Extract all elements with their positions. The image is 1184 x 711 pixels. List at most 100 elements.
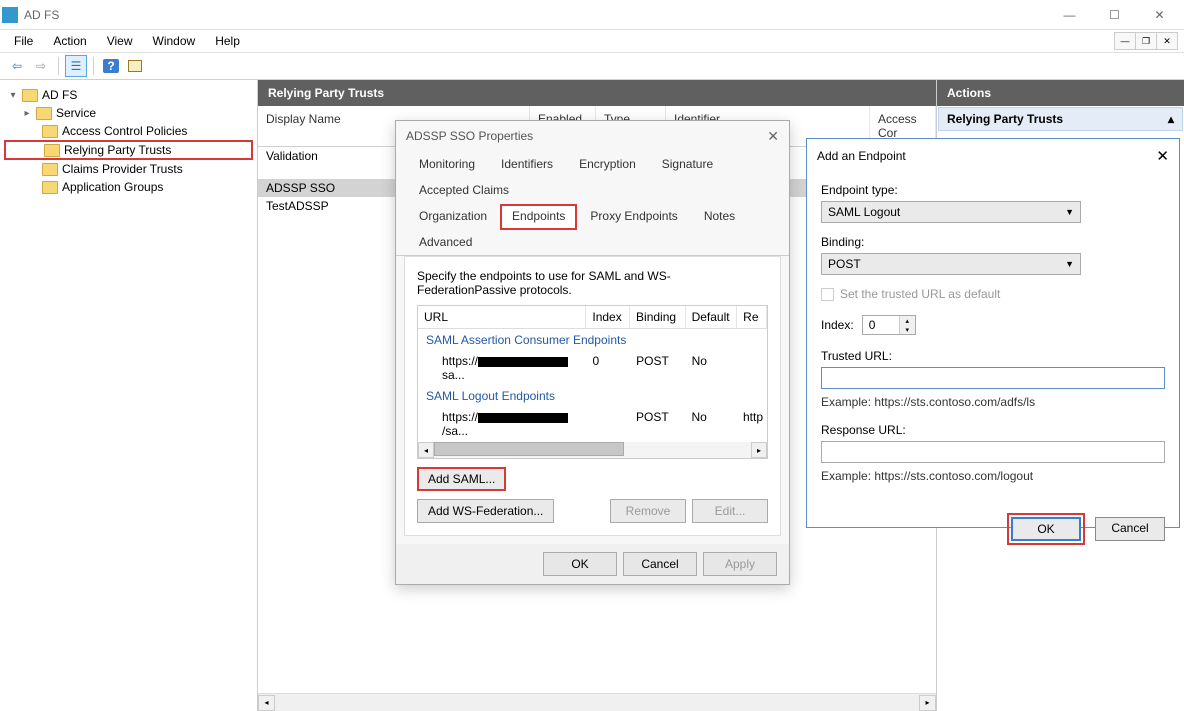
select-value: POST [828,257,861,271]
index-value: 0 [863,316,899,334]
index-spinner[interactable]: 0 ▴▾ [862,315,916,335]
tree-item-application-groups[interactable]: Application Groups [4,178,253,196]
col-response[interactable]: Re [737,306,767,328]
tab-encryption[interactable]: Encryption [566,151,649,177]
tree-item-claims-provider[interactable]: Claims Provider Trusts [4,160,253,178]
tab-accepted-claims[interactable]: Accepted Claims [406,177,522,203]
edit-button[interactable]: Edit... [692,499,768,523]
scroll-right-button[interactable]: ▸ [919,695,936,711]
folder-icon [42,125,58,138]
tab-organization[interactable]: Organization [406,203,500,229]
endpoints-scrollbar[interactable]: ◂ ▸ [418,442,767,458]
tree-item-service[interactable]: ▸ Service [4,104,253,122]
window-icon [128,60,142,72]
tree-root[interactable]: ▾ AD FS [4,86,253,104]
help-icon: ? [103,59,118,73]
collapse-icon[interactable]: ▴ [1168,112,1174,126]
trusted-url-input[interactable] [821,367,1165,389]
arrow-left-icon: ⇦ [12,59,22,73]
mdi-restore-button[interactable]: ❐ [1135,32,1157,50]
tab-identifiers[interactable]: Identifiers [488,151,566,177]
col-index[interactable]: Index [586,306,630,328]
mdi-close-button[interactable]: ✕ [1156,32,1178,50]
toolbar-back-button[interactable]: ⇦ [6,55,28,77]
mdi-minimize-button[interactable]: — [1114,32,1136,50]
tab-endpoints[interactable]: Endpoints [500,204,577,230]
endpoints-list: URL Index Binding Default Re SAML Assert… [417,305,768,459]
tab-signature[interactable]: Signature [649,151,726,177]
add-saml-button[interactable]: Add SAML... [417,467,506,491]
binding-select[interactable]: POST ▼ [821,253,1081,275]
ok-button[interactable]: OK [543,552,617,576]
menu-action[interactable]: Action [45,32,94,50]
redacted [478,357,568,367]
app-icon [2,7,18,23]
expand-icon[interactable]: ▾ [8,90,18,101]
properties-dialog: ADSSP SSO Properties ✕ Monitoring Identi… [395,120,790,585]
endpoint-url: https://sa... [418,353,586,383]
endpoint-response: http [737,409,767,439]
cancel-button[interactable]: Cancel [623,552,697,576]
tab-notes[interactable]: Notes [691,203,748,229]
toolbar-separator [93,57,94,75]
folder-icon [42,163,58,176]
dialog-titlebar: Add an Endpoint ✕ [807,139,1179,173]
endpoint-binding: POST [630,353,686,383]
default-checkbox-label: Set the trusted URL as default [840,287,1000,301]
menu-file[interactable]: File [6,32,41,50]
menu-view[interactable]: View [99,32,141,50]
menu-window[interactable]: Window [145,32,204,50]
toolbar-forward-button[interactable]: ⇨ [30,55,52,77]
dialog-close-button[interactable]: ✕ [767,128,779,145]
window-title: AD FS [24,8,1047,22]
tree-item-access-control[interactable]: Access Control Policies [4,122,253,140]
window-close-button[interactable]: ✕ [1137,0,1182,30]
actions-section-header[interactable]: Relying Party Trusts ▴ [938,107,1183,131]
cancel-button[interactable]: Cancel [1095,517,1165,541]
col-binding[interactable]: Binding [630,306,686,328]
scroll-left-button[interactable]: ◂ [258,695,275,711]
endpoint-url: https:///sa... [418,409,586,439]
tree-item-relying-party-trusts[interactable]: Relying Party Trusts [4,140,253,160]
endpoint-default: No [685,409,737,439]
col-url[interactable]: URL [418,306,586,328]
actions-header: Actions [937,80,1184,106]
tab-proxy-endpoints[interactable]: Proxy Endpoints [577,203,690,229]
index-label: Index: [821,318,854,332]
redacted [478,413,568,423]
endpoints-list-header: URL Index Binding Default Re [418,306,767,329]
add-wsfed-button[interactable]: Add WS-Federation... [417,499,554,523]
menu-bar: File Action View Window Help — ❐ ✕ [0,30,1184,52]
endpoint-row[interactable]: https:///sa... POST No http [418,407,767,441]
window-minimize-button[interactable]: — [1047,0,1092,30]
spin-down-button[interactable]: ▾ [899,325,915,334]
select-value: SAML Logout [828,205,900,219]
tab-advanced[interactable]: Advanced [406,229,485,255]
remove-button[interactable]: Remove [610,499,686,523]
dialog-close-button[interactable]: ✕ [1156,147,1169,165]
mdi-controls: — ❐ ✕ [1115,32,1178,50]
endpoint-type-select[interactable]: SAML Logout ▼ [821,201,1081,223]
menu-help[interactable]: Help [207,32,248,50]
tab-monitoring[interactable]: Monitoring [406,151,488,177]
apply-button[interactable]: Apply [703,552,777,576]
window-maximize-button[interactable]: ☐ [1092,0,1137,30]
scroll-right-button[interactable]: ▸ [751,442,767,458]
default-checkbox-row: Set the trusted URL as default [821,287,1165,301]
dialog-body: Endpoint type: SAML Logout ▼ Binding: PO… [807,173,1179,507]
ok-button[interactable]: OK [1011,517,1081,541]
response-url-input[interactable] [821,441,1165,463]
toolbar-view-button[interactable] [124,55,146,77]
col-default[interactable]: Default [686,306,738,328]
expand-icon[interactable]: ▸ [22,108,32,119]
toolbar-help-button[interactable]: ? [100,55,122,77]
scroll-left-button[interactable]: ◂ [418,442,434,458]
dialog-title: Add an Endpoint [817,149,906,163]
dialog-footer: OK Cancel Apply [396,544,789,584]
default-checkbox [821,288,834,301]
endpoint-row[interactable]: https://sa... 0 POST No [418,351,767,385]
toolbar-list-button[interactable]: ☰ [65,55,87,77]
dialog-body: Specify the endpoints to use for SAML an… [404,256,781,536]
spin-up-button[interactable]: ▴ [899,316,915,325]
horizontal-scrollbar[interactable]: ◂ ▸ [258,693,936,711]
